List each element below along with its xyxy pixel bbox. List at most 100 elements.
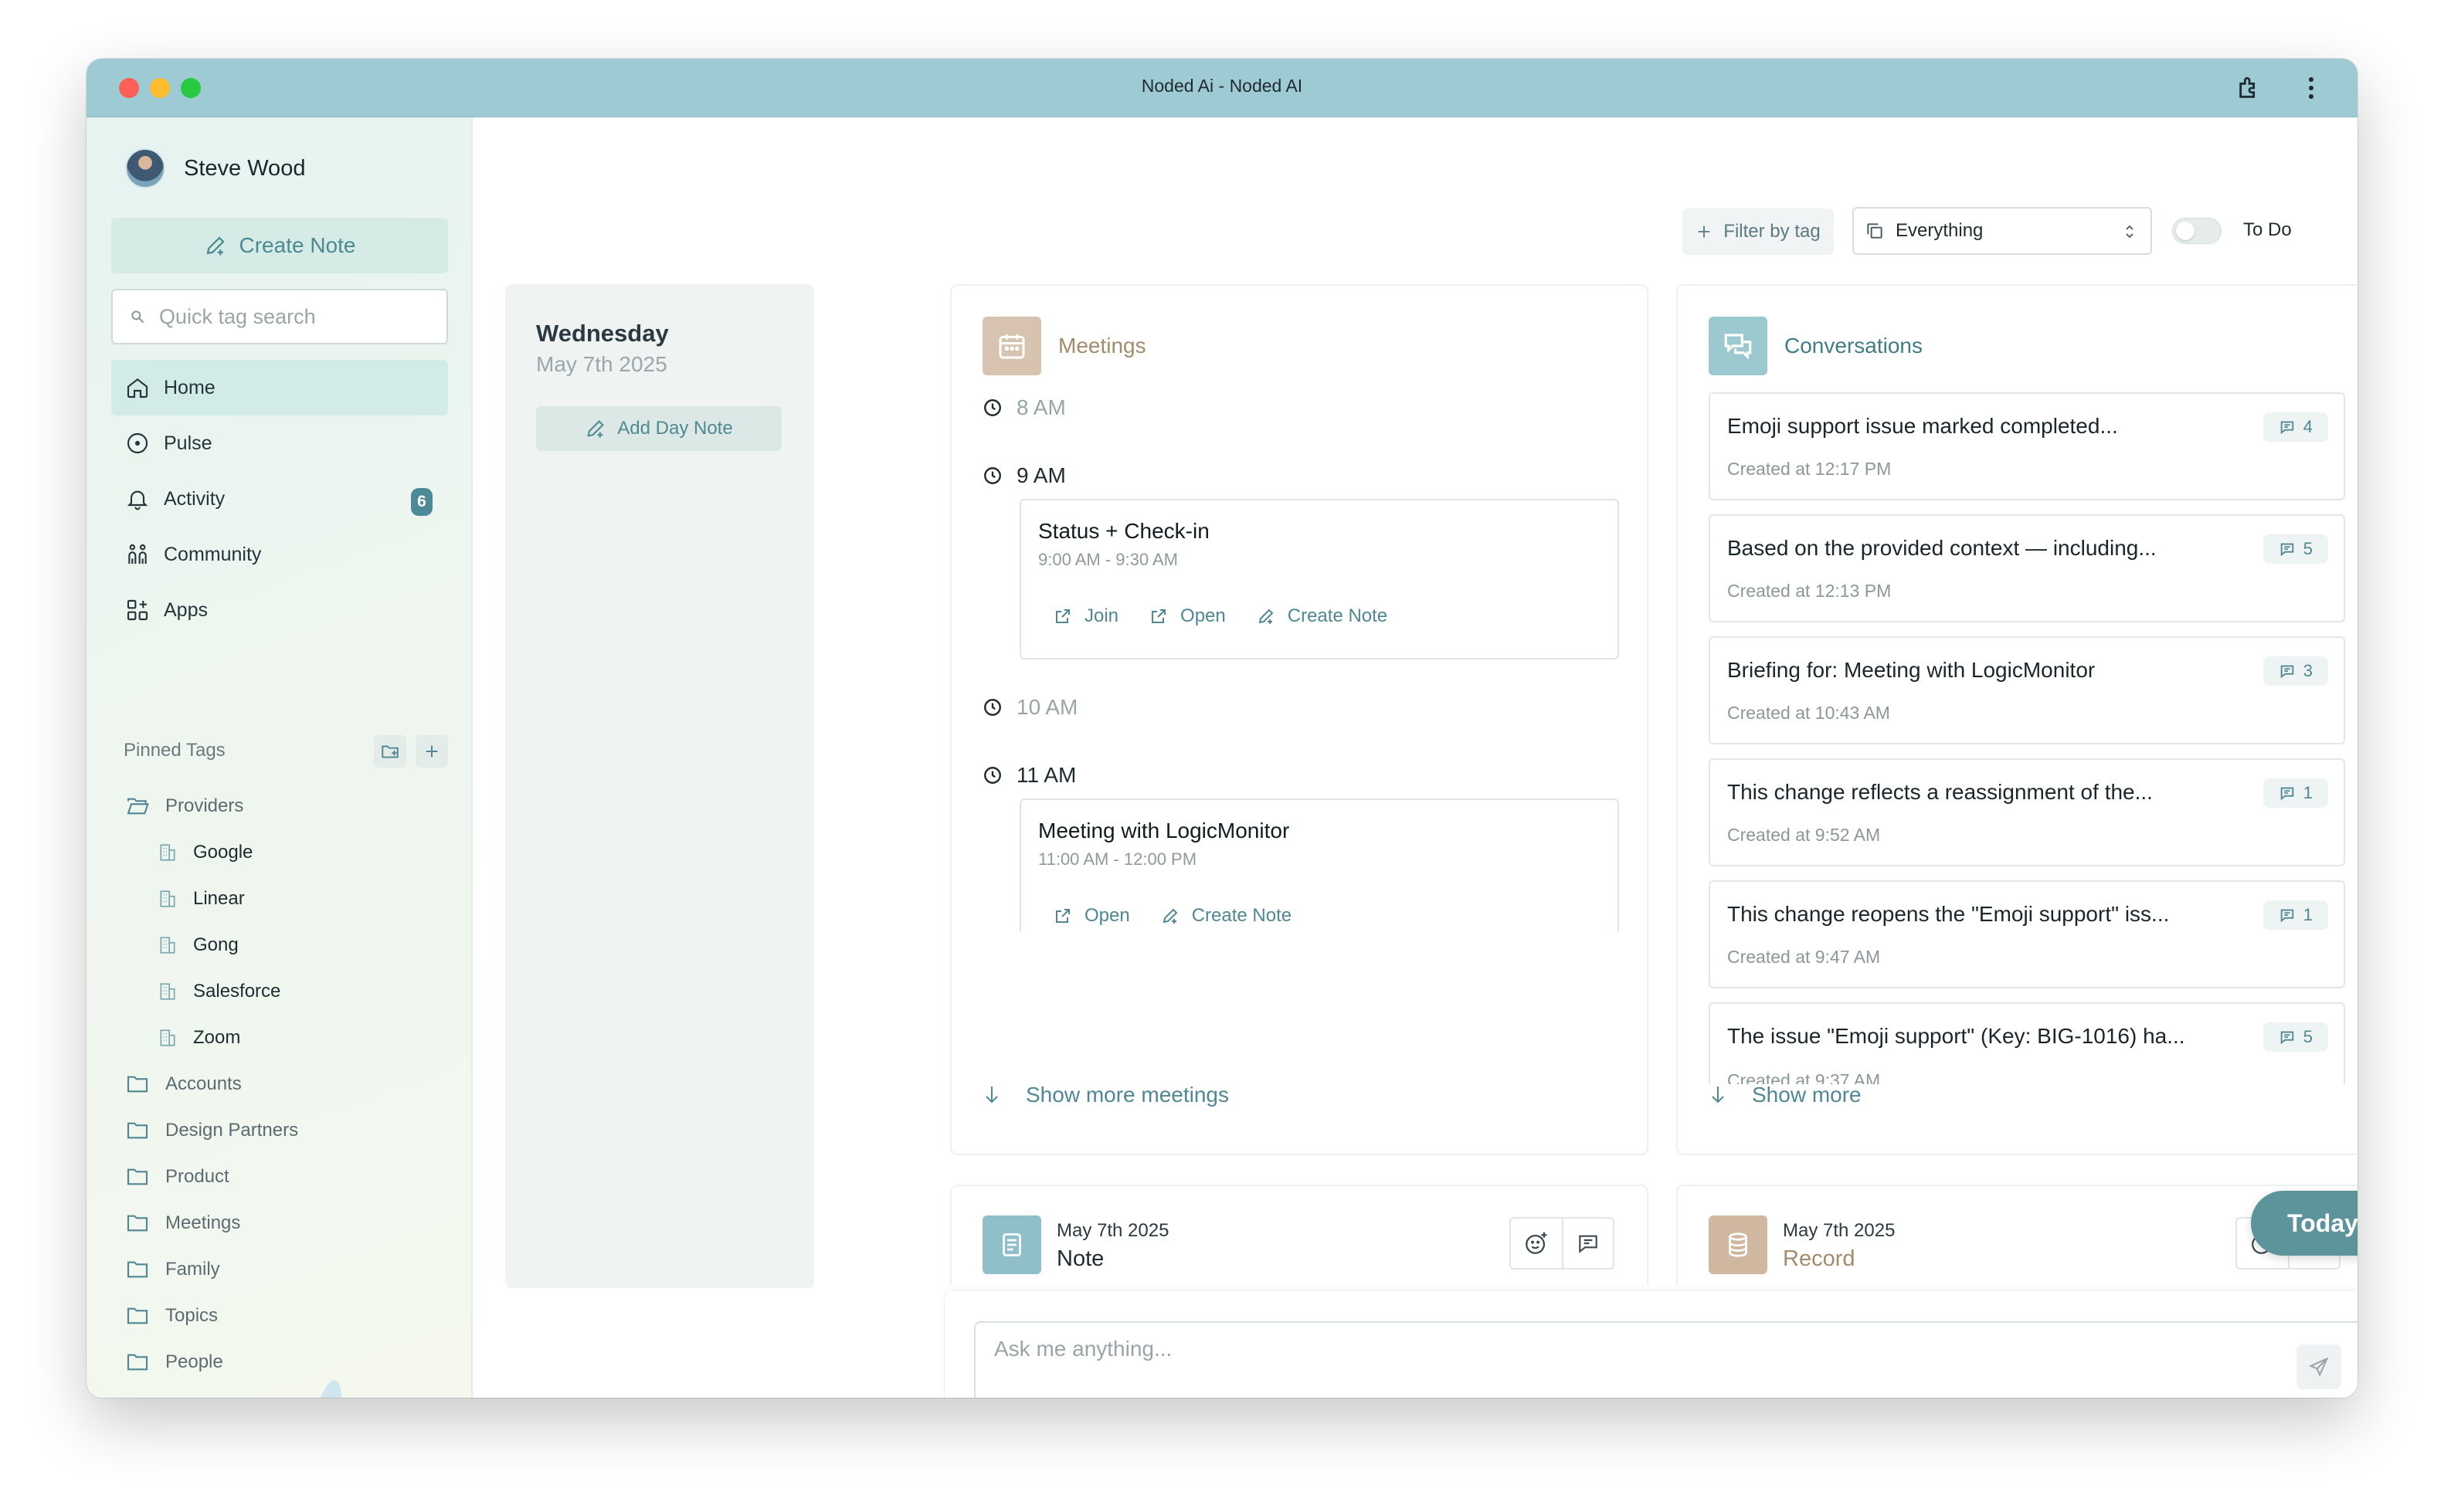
- plus-icon: [1698, 225, 1710, 238]
- home-icon: [127, 378, 148, 398]
- create-note-button[interactable]: Create Note: [1161, 905, 1292, 927]
- folder-plus-icon: [382, 745, 399, 758]
- open-button[interactable]: Open: [1054, 905, 1130, 927]
- pulse-icon: [127, 432, 148, 454]
- card-actions: [1509, 1217, 1614, 1270]
- time-slot-label: 10 AM: [1017, 695, 1078, 719]
- join-button[interactable]: Join: [1054, 605, 1118, 627]
- comment-count-badge: 5: [2262, 534, 2328, 564]
- comment-icon: [2280, 543, 2293, 557]
- comment-button[interactable]: [1562, 1219, 1613, 1268]
- conversation-item[interactable]: Briefing for: Meeting with LogicMonitor …: [1709, 636, 2345, 744]
- tag-label: Topics: [165, 1305, 219, 1326]
- create-note-button[interactable]: Create Note: [1257, 605, 1387, 627]
- user-name: Steve Wood: [184, 155, 306, 181]
- show-more-conversations-button[interactable]: Show more: [1709, 1083, 1862, 1107]
- add-day-note-button[interactable]: Add Day Note: [536, 406, 782, 451]
- nav-item-pulse[interactable]: Pulse: [111, 415, 448, 471]
- tag-salesforce[interactable]: Salesforce: [125, 968, 298, 1015]
- conversation-item[interactable]: The issue "Emoji support" (Key: BIG-1016…: [1709, 1002, 2345, 1084]
- conversation-item[interactable]: This change reopens the "Emoji support" …: [1709, 880, 2345, 988]
- avatar: [125, 148, 165, 188]
- user-profile[interactable]: Steve Wood: [125, 148, 305, 188]
- content-type-select[interactable]: Everything: [1852, 207, 2152, 255]
- nav-item-home[interactable]: Home: [111, 360, 448, 415]
- action-label: Open: [1085, 905, 1130, 926]
- comment-count-badge: 1: [2262, 778, 2328, 808]
- ai-emoji-button[interactable]: [1511, 1219, 1562, 1268]
- conversation-text: This change reflects a reassignment of t…: [1727, 780, 2153, 804]
- tag-google[interactable]: Google: [125, 829, 298, 876]
- nav-item-apps[interactable]: Apps: [111, 582, 448, 638]
- external-link-icon: [1056, 909, 1070, 923]
- add-day-note-label: Add Day Note: [617, 418, 733, 439]
- folder-open-icon: [127, 798, 149, 815]
- pencil-plus-icon: [1163, 908, 1178, 924]
- tag-gong[interactable]: Gong: [125, 922, 298, 968]
- time-slot: 11 AM: [983, 763, 1076, 788]
- ask-input[interactable]: Ask me anything...: [974, 1321, 2357, 1398]
- tag-topics[interactable]: Topics: [125, 1293, 298, 1339]
- todo-toggle[interactable]: [2172, 218, 2222, 244]
- tag-design-partners[interactable]: Design Partners: [125, 1107, 298, 1154]
- tag-accounts[interactable]: Accounts: [125, 1061, 298, 1107]
- today-button[interactable]: Today: [2251, 1191, 2357, 1256]
- conversation-created: Created at 9:52 AM: [1727, 825, 1881, 845]
- tag-zoom[interactable]: Zoom: [125, 1015, 298, 1061]
- conversations-title: Conversations: [1784, 334, 1923, 358]
- window-title: Noded Ai - Noded AI: [1141, 76, 1303, 96]
- comment-count: 5: [2303, 1027, 2313, 1046]
- conversation-item[interactable]: This change reflects a reassignment of t…: [1709, 758, 2345, 866]
- filter-by-tag-button[interactable]: Filter by tag: [1682, 208, 1834, 255]
- nav-item-community[interactable]: Community: [111, 527, 448, 582]
- meetings-header: Meetings: [983, 317, 1146, 375]
- tag-providers[interactable]: Providers: [125, 783, 298, 829]
- open-button[interactable]: Open: [1149, 605, 1226, 627]
- pinned-tags-heading: Pinned Tags: [124, 740, 226, 761]
- tag-linear[interactable]: Linear: [125, 876, 298, 922]
- card-type: Note: [1057, 1246, 1105, 1271]
- conversation-text: Emoji support issue marked completed...: [1727, 414, 2118, 438]
- comment-count: 5: [2303, 539, 2313, 558]
- nav-item-activity[interactable]: Activity 6: [111, 471, 448, 527]
- comment-count: 1: [2303, 905, 2313, 924]
- meeting-event[interactable]: Meeting with LogicMonitor 11:00 AM - 12:…: [1020, 798, 1619, 931]
- event-time: 11:00 AM - 12:00 PM: [1038, 849, 1197, 869]
- action-label: Create Note: [1287, 605, 1388, 626]
- chat-icon: [1709, 317, 1767, 375]
- create-note-button[interactable]: Create Note: [111, 218, 448, 273]
- conversation-item[interactable]: Based on the provided context — includin…: [1709, 514, 2345, 622]
- tag-product[interactable]: Product: [125, 1154, 298, 1200]
- building-icon: [160, 937, 175, 954]
- add-folder-button[interactable]: [374, 735, 406, 768]
- bell-icon: [127, 490, 148, 510]
- conversation-item[interactable]: Emoji support issue marked completed... …: [1709, 392, 2345, 500]
- note-card[interactable]: May 7th 2025 Note: [950, 1185, 1648, 1285]
- tag-family[interactable]: Family: [125, 1246, 298, 1293]
- tag-label: Family: [165, 1259, 220, 1280]
- folder-icon: [127, 1354, 148, 1371]
- tag-meetings[interactable]: Meetings: [125, 1200, 298, 1246]
- tag-label: Salesforce: [193, 981, 281, 1002]
- building-icon: [160, 844, 175, 861]
- community-icon: [128, 544, 147, 564]
- nav-label: Pulse: [164, 432, 212, 454]
- meeting-event[interactable]: Status + Check-in 9:00 AM - 9:30 AM Join…: [1020, 499, 1619, 659]
- clock-icon: [984, 767, 1001, 784]
- extension-icon[interactable]: [2234, 73, 2265, 103]
- show-more-meetings-button[interactable]: Show more meetings: [983, 1083, 1229, 1107]
- card-type: Record: [1783, 1246, 1855, 1271]
- send-button[interactable]: [2296, 1344, 2341, 1389]
- database-icon: [1709, 1215, 1767, 1274]
- app-window: Noded Ai - Noded AI Steve Wood Create No…: [87, 59, 2357, 1398]
- conversation-created: Created at 12:13 PM: [1727, 581, 1892, 601]
- time-slot-label: 9 AM: [1017, 463, 1066, 487]
- comment-icon: [2280, 665, 2293, 679]
- send-icon: [2308, 1357, 2329, 1378]
- more-menu-icon[interactable]: [2296, 73, 2327, 103]
- time-slot-label: 11 AM: [1017, 763, 1077, 787]
- comment-count: 3: [2303, 661, 2313, 680]
- time-slot-label: 8 AM: [1017, 395, 1066, 419]
- add-tag-button[interactable]: [416, 735, 448, 768]
- quick-tag-search-input[interactable]: Quick tag search: [111, 289, 448, 344]
